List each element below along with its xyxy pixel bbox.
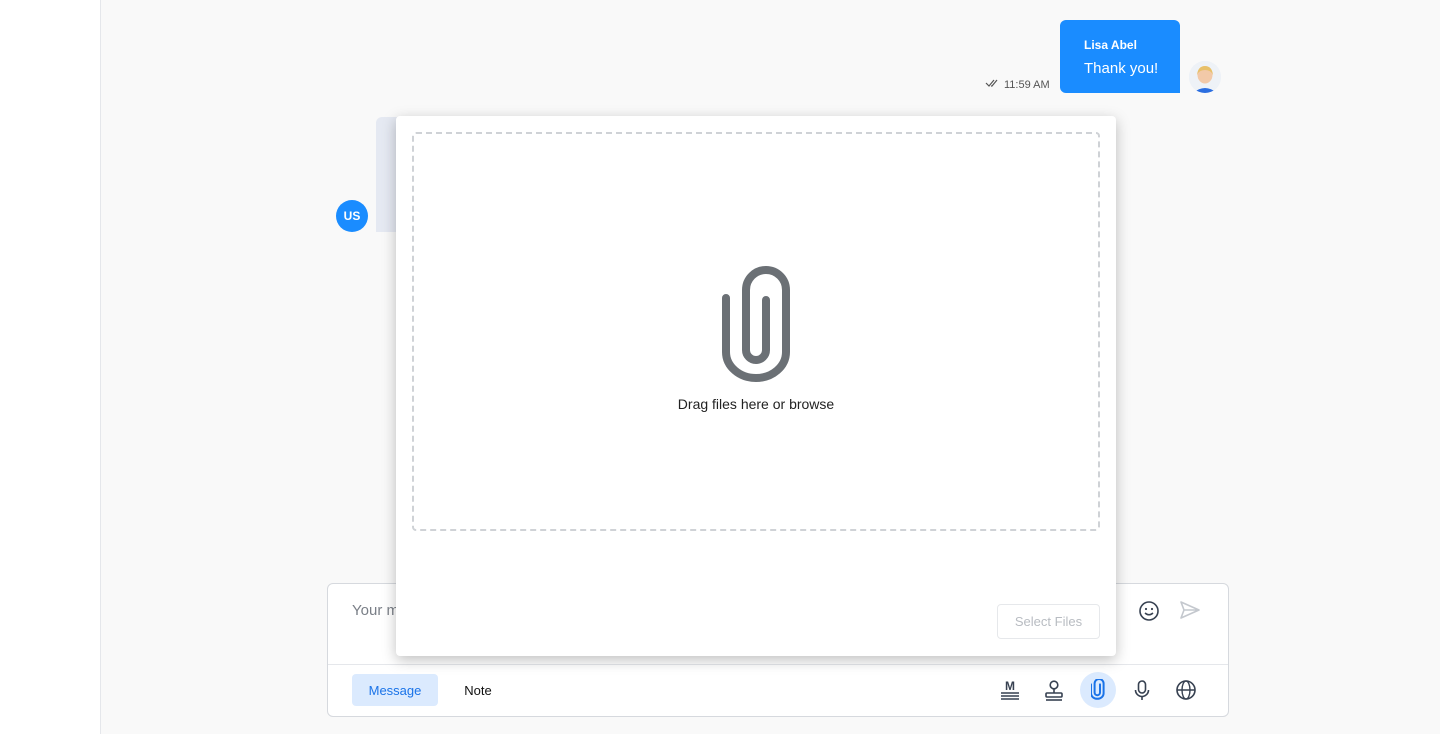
markdown-icon: M (1001, 679, 1019, 700)
message-sender: Lisa Abel (1084, 38, 1137, 52)
send-icon (1180, 601, 1200, 619)
globe-icon (1176, 680, 1196, 700)
svg-text:M: M (1005, 679, 1015, 693)
message-time: 11:59 AM (1004, 78, 1050, 91)
message-meta: 11:59 AM (985, 78, 1050, 91)
stamp-button[interactable] (1036, 672, 1072, 708)
outgoing-message-bubble: Lisa Abel Thank you! (1060, 20, 1180, 93)
translate-button[interactable] (1168, 672, 1204, 708)
tab-message[interactable]: Message (352, 674, 438, 706)
stamp-icon (1045, 680, 1063, 701)
double-check-icon (985, 78, 999, 91)
attach-button[interactable] (1080, 672, 1116, 708)
lisa-avatar[interactable] (1189, 61, 1221, 93)
send-button[interactable] (1177, 597, 1203, 623)
user-avatar[interactable]: US (336, 200, 368, 232)
select-files-button[interactable]: Select Files (997, 604, 1100, 639)
microphone-icon (1134, 680, 1150, 700)
composer-divider (328, 664, 1228, 665)
emoji-icon (1139, 601, 1159, 621)
voice-button[interactable] (1124, 672, 1160, 708)
paperclip-icon (1091, 679, 1105, 700)
file-upload-modal: Drag files here or browse Select Files (396, 116, 1116, 656)
paperclip-icon (722, 266, 790, 382)
markdown-button[interactable]: M (992, 672, 1028, 708)
file-dropzone[interactable]: Drag files here or browse (412, 132, 1100, 531)
emoji-button[interactable] (1136, 598, 1162, 624)
dropzone-text: Drag files here or browse (677, 396, 835, 412)
left-sidebar (0, 0, 101, 734)
message-text: Thank you! (1084, 60, 1159, 77)
tab-note[interactable]: Note (448, 674, 508, 706)
